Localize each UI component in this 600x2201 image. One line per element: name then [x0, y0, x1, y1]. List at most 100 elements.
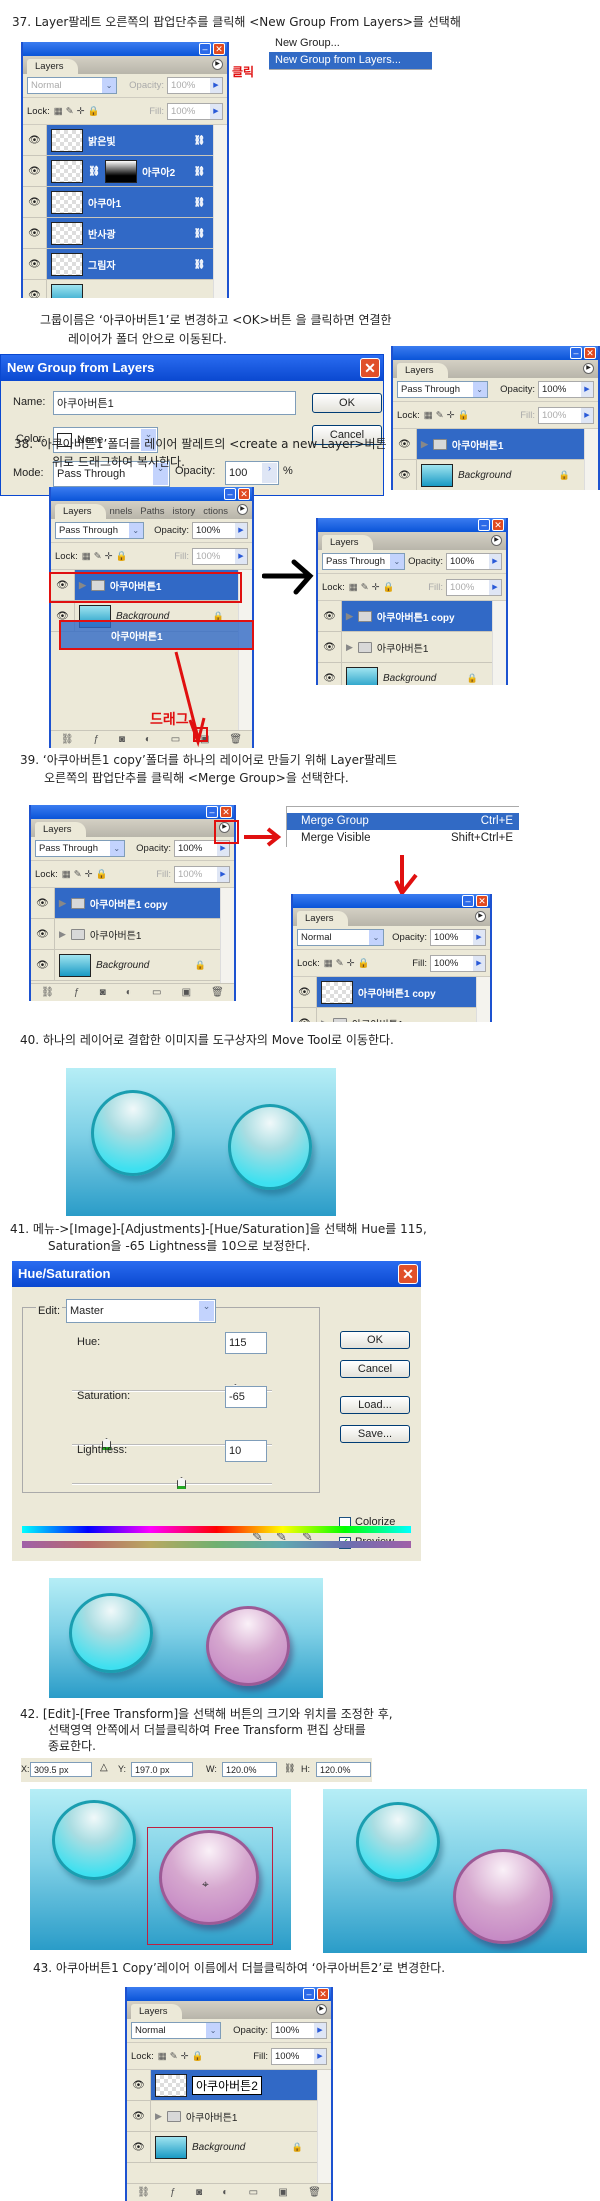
opacity-input[interactable]: 100% ▶	[271, 2022, 327, 2039]
minimize-icon[interactable]: –	[478, 519, 490, 531]
fill-input[interactable]: 100% ▶	[271, 2047, 327, 2065]
tab-layers[interactable]: Layers	[35, 822, 86, 837]
close-icon[interactable]: ✕	[220, 806, 232, 818]
tab-layers[interactable]: Layers	[131, 2004, 182, 2019]
lock-icons[interactable]: ▦✎✛🔒	[158, 2051, 207, 2062]
scrollbar[interactable]	[584, 429, 598, 490]
name-input[interactable]: 아쿠아버튼1	[53, 391, 296, 415]
opacity-input[interactable]: 100 ›	[225, 461, 279, 485]
load-button[interactable]: Load...	[340, 1396, 410, 1414]
expand-triangle-icon[interactable]: ▶	[59, 929, 66, 940]
fill-input[interactable]: 100% ▶	[430, 954, 486, 972]
close-icon[interactable]: ✕	[213, 43, 225, 55]
tab-istory[interactable]: istory	[169, 504, 200, 519]
scrollbar[interactable]	[220, 888, 234, 983]
x-input[interactable]: 309.5 px	[30, 1762, 92, 1777]
layer-row[interactable]: 👁 Background 🔒	[31, 950, 234, 981]
layer-row[interactable]: 👁 반사광 ⛓	[23, 218, 227, 249]
opacity-input[interactable]: 100% ▶	[446, 553, 502, 570]
link-layers-icon[interactable]: ⛓	[61, 734, 74, 745]
tab-layers[interactable]: Layers	[55, 504, 106, 519]
mask-icon[interactable]: ◙	[100, 987, 106, 998]
panel-menu-button[interactable]: ▶	[583, 363, 594, 374]
link-layers-icon[interactable]: ⛓	[41, 987, 54, 998]
lightness-slider[interactable]	[72, 1477, 272, 1489]
crosshair-icon[interactable]: ⌖	[202, 1877, 209, 1892]
menu-item-new-group-from-layers[interactable]: New Group from Layers...	[269, 52, 432, 69]
adjustment-layer-icon[interactable]: ◐	[145, 734, 151, 745]
expand-triangle-icon[interactable]: ▶	[321, 1018, 328, 1023]
layer-row[interactable]: 👁 아쿠아버튼1 copy	[293, 977, 490, 1008]
expand-triangle-icon[interactable]: ▶	[346, 611, 353, 622]
blend-mode-select[interactable]: Normal ⌄	[131, 2022, 222, 2039]
tab-layers[interactable]: Layers	[297, 911, 348, 926]
layer-style-icon[interactable]: ƒ	[93, 734, 99, 745]
fill-input[interactable]: 100% ▶	[446, 578, 502, 596]
adjustment-layer-icon[interactable]: ◐	[222, 2187, 228, 2198]
panel-menu-button[interactable]: ▶	[491, 535, 502, 546]
eye-icon[interactable]: 👁	[127, 2070, 151, 2100]
expand-triangle-icon[interactable]: ▶	[346, 642, 353, 653]
opacity-input[interactable]: 100% ▶	[538, 381, 594, 398]
close-icon[interactable]: ✕	[360, 358, 380, 378]
minimize-icon[interactable]: –	[206, 806, 218, 818]
layer-group-row[interactable]: 👁 ▶ 아쿠아버튼1	[127, 2101, 331, 2132]
layer-row[interactable]: 👁 아쿠아1 ⛓	[23, 187, 227, 218]
lock-icons[interactable]: ▦✎✛🔒	[82, 551, 131, 562]
link-layers-icon[interactable]: ⛓	[137, 2187, 150, 2198]
eye-icon[interactable]: 👁	[23, 218, 47, 248]
eye-icon[interactable]: 👁	[23, 125, 47, 155]
eye-icon[interactable]: 👁	[23, 280, 47, 298]
opacity-input[interactable]: 100% ▶	[192, 522, 248, 539]
eye-icon[interactable]: 👁	[318, 663, 342, 685]
new-group-icon[interactable]: ▭	[249, 2187, 258, 2198]
close-icon[interactable]: ✕	[238, 488, 250, 500]
eye-icon[interactable]: 👁	[31, 919, 55, 949]
menu-item-merge-visible[interactable]: Merge Visible Shift+Ctrl+E	[287, 830, 519, 847]
fill-input[interactable]: 100% ▶	[167, 102, 223, 120]
layer-row[interactable]: 👁 Background 🔒	[393, 460, 598, 490]
close-icon[interactable]: ✕	[398, 1264, 418, 1284]
eye-icon[interactable]: 👁	[31, 888, 55, 918]
layer-row[interactable]: 👁 아쿠아버튼2	[127, 2070, 331, 2101]
edit-select[interactable]: Master ⌄	[66, 1299, 216, 1323]
y-input[interactable]: 197.0 px	[131, 1762, 193, 1777]
height-input[interactable]: 120.0%	[316, 1762, 371, 1777]
scrollbar[interactable]	[317, 2070, 331, 2183]
lock-icons[interactable]: ▦✎✛🔒	[62, 869, 111, 880]
minimize-icon[interactable]: –	[224, 488, 236, 500]
layer-row[interactable]: 👁	[23, 280, 227, 298]
blend-mode-select[interactable]: Normal ⌄	[297, 929, 384, 946]
layer-name-input[interactable]: 아쿠아버튼2	[192, 2075, 262, 2095]
layer-row[interactable]: 👁 ⛓ 아쿠아2 ⛓	[23, 156, 227, 187]
layer-group-row[interactable]: 👁 ▶ 아쿠아버튼1 copy	[318, 601, 506, 632]
menu-item-new-group[interactable]: New Group...	[269, 35, 432, 52]
eye-icon[interactable]: 👁	[23, 156, 47, 186]
layer-group-row[interactable]: 👁 ▶ 아쿠아버튼1	[31, 919, 234, 950]
eye-icon[interactable]: 👁	[393, 429, 417, 459]
minimize-icon[interactable]: –	[199, 43, 211, 55]
transform-bounding-box[interactable]	[147, 1827, 273, 1945]
eye-icon[interactable]: 👁	[318, 632, 342, 662]
fill-input[interactable]: 100% ▶	[174, 865, 230, 883]
eye-icon[interactable]: 👁	[127, 2101, 151, 2131]
tab-layers[interactable]: Layers	[397, 363, 448, 378]
close-icon[interactable]: ✕	[584, 347, 596, 359]
blend-mode-select[interactable]: Pass Through ⌄	[397, 381, 488, 398]
layer-group-row[interactable]: 👁 ▶ 아쿠아버튼1	[318, 632, 506, 663]
tab-paths[interactable]: Paths	[136, 504, 168, 519]
trash-icon[interactable]: 🗑	[229, 734, 242, 745]
panel-menu-button[interactable]: ▶	[237, 504, 248, 515]
expand-triangle-icon[interactable]: ▶	[421, 439, 428, 450]
layer-group-row[interactable]: 👁 ▶ 아쿠아버튼1	[293, 1008, 490, 1022]
layer-group-row[interactable]: 👁 ▶ 아쿠아버튼1	[393, 429, 598, 460]
width-input[interactable]: 120.0%	[222, 1762, 277, 1777]
minimize-icon[interactable]: –	[570, 347, 582, 359]
ok-button[interactable]: OK	[340, 1331, 410, 1349]
trash-icon[interactable]: 🗑	[211, 987, 224, 998]
delta-icon[interactable]: △	[100, 1762, 108, 1773]
adjustment-layer-icon[interactable]: ◐	[126, 987, 132, 998]
expand-triangle-icon[interactable]: ▶	[155, 2111, 162, 2122]
blend-mode-select[interactable]: Pass Through ⌄	[322, 553, 405, 570]
eye-icon[interactable]: 👁	[23, 187, 47, 217]
